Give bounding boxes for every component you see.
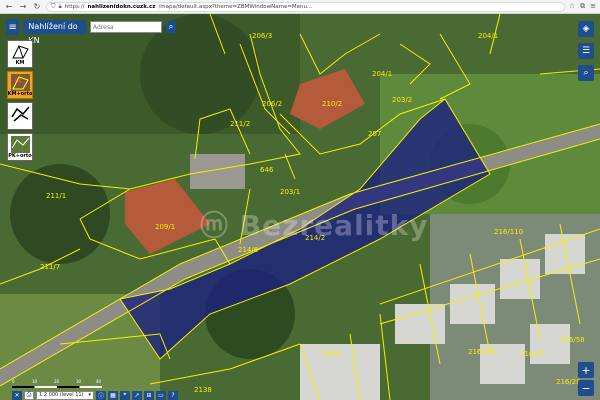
map-canvas[interactable]: 206/3 204/1 206/2 211/2 210/2 204/1 646 … xyxy=(0,14,600,400)
zoom-in-button[interactable]: + xyxy=(578,362,594,378)
scale-tick: 30 xyxy=(76,379,82,384)
orthophoto-overlay-icon xyxy=(11,74,30,91)
zoom-out-button[interactable]: − xyxy=(578,380,594,396)
historic-map-icon xyxy=(11,105,30,122)
parcel-label: 216/116 xyxy=(468,348,498,356)
layers-icon[interactable]: ◈ xyxy=(578,21,594,37)
parcel-label: 216/47 xyxy=(520,350,545,358)
zoom-controls: + − xyxy=(578,362,594,396)
menu-icon[interactable]: ≡ xyxy=(590,2,596,11)
scale-tick: 10 xyxy=(32,379,38,384)
scale-bar: 0 10 20 30 40 xyxy=(12,379,102,390)
parcel-label: 211/7 xyxy=(40,263,60,271)
extensions-icon[interactable]: ⧉ xyxy=(580,2,585,11)
search-icon[interactable]: ⌕ xyxy=(165,21,176,33)
lock-icon: 🔒︎ xyxy=(58,2,62,10)
scale-tick: 20 xyxy=(54,379,60,384)
zoom-search-icon[interactable]: ⌕ xyxy=(578,65,594,81)
layer-pk-button[interactable] xyxy=(7,102,33,130)
forward-icon[interactable]: → xyxy=(18,2,28,12)
parcel-label: 216/110 xyxy=(494,228,523,236)
scale-select-value: 1:2 000 (level 11) xyxy=(39,392,84,398)
scale-tick: 0 xyxy=(12,379,15,384)
parcel-label: 210/2 xyxy=(322,100,342,108)
layer-pk-orto-button[interactable]: PK+orto xyxy=(7,133,33,161)
parcel-label: 216/1 xyxy=(322,350,342,358)
share-icon[interactable]: ↗ xyxy=(132,390,142,400)
chevron-down-icon: ▾ xyxy=(88,392,91,398)
parcel-label: 204/1 xyxy=(478,32,498,40)
parcel-label: 207 xyxy=(368,130,381,138)
parcel-label: 206/3 xyxy=(252,32,272,40)
info-icon[interactable]: ⓘ xyxy=(96,390,106,400)
layer-km-button[interactable]: KM xyxy=(7,40,33,68)
reload-icon[interactable]: ↻ xyxy=(32,2,42,12)
list-icon[interactable]: ☰ xyxy=(578,43,594,59)
url-domain: nahlizenidokn.cuzk.cz xyxy=(87,3,156,10)
parcel-label: 204/1 xyxy=(372,70,392,78)
browser-toolbar: ← → ↻ ⛉ 🔒︎ https://nahlizenidokn.cuzk.cz… xyxy=(0,0,600,14)
scale-select[interactable]: 1:2 000 (level 11) ▾ xyxy=(36,390,94,400)
parcel-label: 209/1 xyxy=(155,223,175,231)
layer-switcher: KM KM+orto PK+orto xyxy=(7,40,34,161)
shield-icon: ⛉ xyxy=(51,2,56,10)
scale-bar-graphic xyxy=(12,386,102,388)
layer-label: KM+orto xyxy=(7,91,33,97)
layer-label: PK+orto xyxy=(8,153,32,159)
print-icon[interactable]: ⎙ xyxy=(24,390,34,400)
url-rest: /mapa/default.aspx?theme=ZBMWindowName=M… xyxy=(158,3,313,10)
pin-icon[interactable]: ⌖ xyxy=(120,390,130,400)
url-bar[interactable]: ⛉ 🔒︎ https://nahlizenidokn.cuzk.cz/mapa/… xyxy=(46,1,565,12)
bottom-toolbar: ✕ ⎙ 1:2 000 (level 11) ▾ ⓘ ▦ ⌖ ↗ ⊞ ▭ ? xyxy=(0,390,300,400)
grid-icon[interactable]: ▦ xyxy=(108,390,118,400)
parcel-label: 203/2 xyxy=(392,96,412,104)
app-header: ≡ Nahlížení do KN ⌕ xyxy=(6,19,176,45)
ruler-icon[interactable]: ⊞ xyxy=(144,390,154,400)
app-title: Nahlížení do KN xyxy=(23,20,86,45)
parcel-label: 206/2 xyxy=(262,100,282,108)
back-icon[interactable]: ← xyxy=(4,2,14,12)
watermark: ⓜ Bezrealitky xyxy=(200,209,429,242)
star-icon[interactable]: ☆ xyxy=(569,2,575,11)
address-search-input[interactable] xyxy=(89,21,162,33)
parcel-label: 211/2 xyxy=(230,120,250,128)
scale-tick: 40 xyxy=(96,379,102,384)
hamburger-menu-icon[interactable]: ≡ xyxy=(6,19,20,35)
cadastral-map-icon xyxy=(11,43,30,60)
measure-icon[interactable]: ✕ xyxy=(12,390,22,400)
parcel-label: 214/6 xyxy=(238,246,259,254)
layer-km-orto-button[interactable]: KM+orto xyxy=(7,71,33,99)
parcel-label: 646 xyxy=(260,166,274,174)
parcel-label: 203/1 xyxy=(280,188,300,196)
parcel-label: 211/1 xyxy=(46,192,66,200)
historic-orthophoto-icon xyxy=(11,136,30,153)
url-prefix: https:// xyxy=(64,3,85,10)
right-toolbar: ◈ ☰ ⌕ xyxy=(578,21,594,81)
parcel-label: 216/28 xyxy=(556,378,581,386)
help-icon[interactable]: ? xyxy=(168,390,178,400)
layer-label: KM xyxy=(15,60,25,66)
area-icon[interactable]: ▭ xyxy=(156,390,166,400)
parcel-label: 216/58 xyxy=(560,336,585,344)
